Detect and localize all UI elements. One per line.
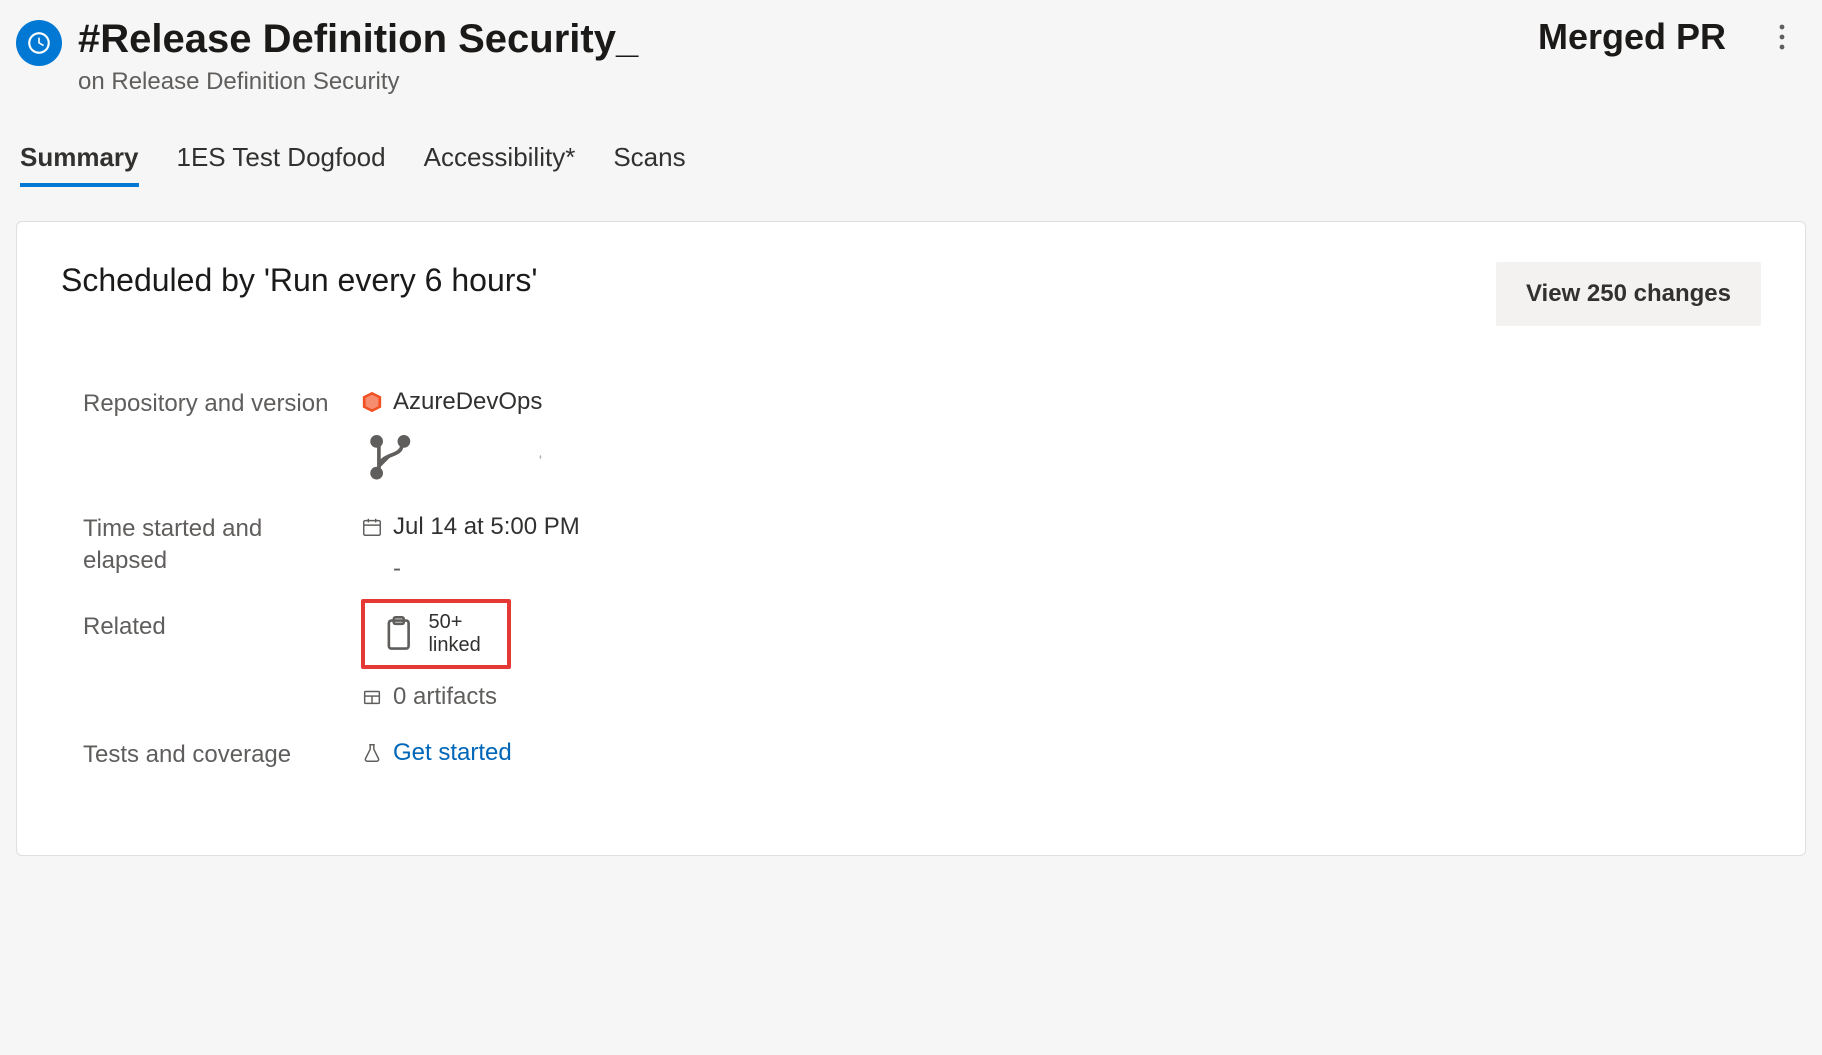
linked-work-items-highlight: 50+ linked: [361, 599, 511, 669]
row-time: Time started and elapsed Jul 14 at 5:00 …: [83, 507, 1761, 587]
more-actions-button[interactable]: [1766, 17, 1798, 57]
row-repository: Repository and version AzureDevOps: [83, 382, 1761, 489]
repo-name-link[interactable]: AzureDevOps: [361, 388, 542, 416]
label-repository: Repository and version: [83, 386, 351, 420]
release-run-page: #Release Definition Security_ on Release…: [0, 0, 1822, 866]
details-grid: Repository and version AzureDevOps Time …: [61, 382, 1761, 775]
status-clock-icon: [16, 20, 62, 66]
tab-scans[interactable]: Scans: [613, 142, 685, 187]
time-started: Jul 14 at 5:00 PM: [361, 513, 580, 541]
summary-card: Scheduled by 'Run every 6 hours' View 25…: [16, 221, 1806, 856]
label-tests: Tests and coverage: [83, 737, 351, 771]
git-repo-icon: [361, 391, 383, 413]
row-tests: Tests and coverage Get started: [83, 733, 1761, 775]
tab-1es-test-dogfood[interactable]: 1ES Test Dogfood: [177, 142, 386, 187]
clipboard-icon: [379, 614, 418, 653]
package-icon: [361, 686, 383, 708]
tab-bar: Summary 1ES Test Dogfood Accessibility* …: [16, 142, 1806, 187]
linked-work-items-link[interactable]: 50+ linked: [428, 611, 480, 657]
merged-pr-label: Merged PR: [1538, 16, 1726, 58]
time-elapsed: -: [361, 555, 580, 583]
label-related: Related: [83, 597, 351, 643]
page-header: #Release Definition Security_ on Release…: [16, 10, 1806, 106]
artifacts-link[interactable]: 0 artifacts: [361, 683, 511, 711]
page-subtitle: on Release Definition Security: [78, 68, 1522, 96]
row-related: Related 50+ linked 0 artifacts: [83, 593, 1761, 715]
card-top-row: Scheduled by 'Run every 6 hours' View 25…: [61, 262, 1761, 326]
commit-icon[interactable]: [538, 449, 543, 465]
tests-get-started-link[interactable]: Get started: [361, 739, 512, 767]
definition-name-link[interactable]: Release Definition Security: [111, 68, 399, 95]
tab-summary[interactable]: Summary: [20, 142, 139, 187]
flask-icon: [361, 742, 383, 764]
title-block: #Release Definition Security_ on Release…: [78, 16, 1522, 96]
calendar-icon: [361, 516, 383, 538]
page-title: #Release Definition Security_: [78, 16, 1522, 62]
view-changes-button[interactable]: View 250 changes: [1496, 262, 1761, 326]
branch-icon[interactable]: [363, 430, 418, 485]
header-right: Merged PR: [1538, 16, 1806, 58]
label-time: Time started and elapsed: [83, 511, 351, 578]
tab-accessibility[interactable]: Accessibility*: [424, 142, 576, 187]
scheduled-by-title: Scheduled by 'Run every 6 hours': [61, 262, 538, 299]
